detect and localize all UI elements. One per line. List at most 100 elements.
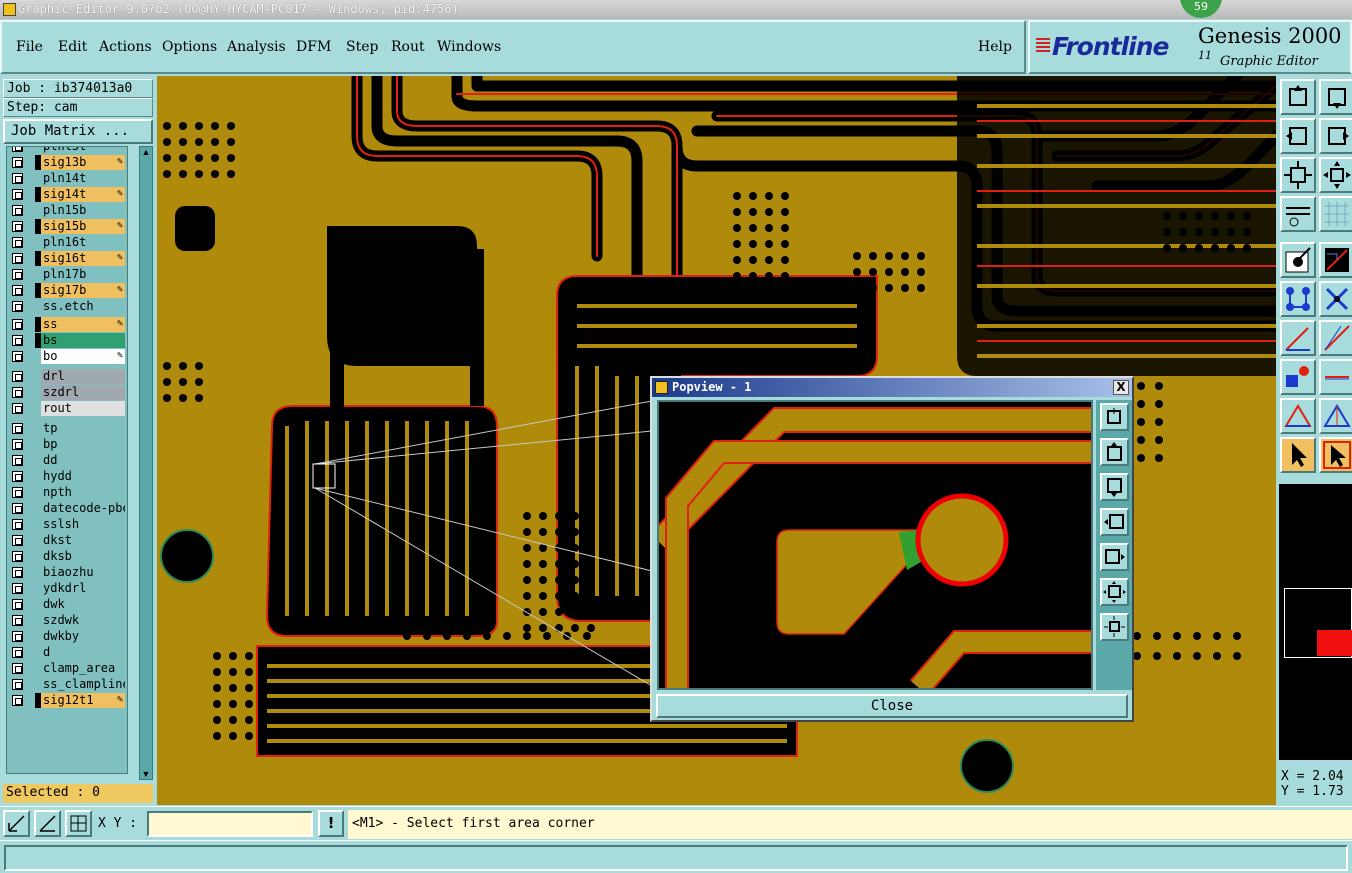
layer-row[interactable]: pln15b bbox=[7, 203, 127, 218]
layer-checkbox[interactable] bbox=[12, 679, 23, 690]
layer-name[interactable]: dkst bbox=[41, 533, 125, 548]
layer-name[interactable]: pln17b bbox=[41, 267, 125, 282]
layer-row[interactable]: datecode-pbe bbox=[7, 501, 127, 516]
layer-name[interactable]: sig17b ✎ bbox=[41, 283, 125, 298]
layer-row[interactable]: tp bbox=[7, 421, 127, 436]
layer-checkbox[interactable] bbox=[12, 285, 23, 296]
layer-checkbox[interactable] bbox=[12, 631, 23, 642]
popview-close-icon[interactable]: X bbox=[1113, 380, 1129, 395]
layer-name[interactable]: rout bbox=[41, 401, 125, 416]
popview-pan-left-icon[interactable] bbox=[1100, 508, 1129, 536]
layer-checkbox[interactable] bbox=[12, 269, 23, 280]
layer-name[interactable]: sig13b ✎ bbox=[41, 155, 125, 170]
layer-row[interactable]: ydkdrl bbox=[7, 581, 127, 596]
overview-preview[interactable] bbox=[1279, 484, 1352, 760]
layer-row[interactable]: sig13b ✎ bbox=[7, 155, 127, 170]
layer-row[interactable]: dkst bbox=[7, 533, 127, 548]
layer-checkbox[interactable] bbox=[12, 371, 23, 382]
pan-up-icon[interactable] bbox=[1280, 79, 1316, 115]
layer-row[interactable]: drl bbox=[7, 369, 127, 384]
popview-titlebar[interactable]: Popview - 1 X bbox=[652, 378, 1132, 397]
layer-checkbox[interactable] bbox=[12, 189, 23, 200]
layer-checkbox[interactable] bbox=[12, 471, 23, 482]
job-matrix-button[interactable]: Job Matrix ... bbox=[3, 119, 153, 144]
layer-checkbox[interactable] bbox=[12, 403, 23, 414]
popview-close-button[interactable]: Close bbox=[656, 694, 1128, 718]
layer-row[interactable]: sig17b ✎ bbox=[7, 283, 127, 298]
layer-row[interactable]: npth bbox=[7, 485, 127, 500]
layer-checkbox[interactable] bbox=[12, 567, 23, 578]
angle-line-icon[interactable] bbox=[1280, 320, 1316, 356]
layer-name[interactable]: biaozhu bbox=[41, 565, 125, 580]
layer-name[interactable]: ss.etch bbox=[41, 299, 125, 314]
layer-row[interactable]: bp bbox=[7, 437, 127, 452]
angle-snap-icon[interactable] bbox=[34, 810, 61, 837]
layer-name[interactable]: bo ✎ bbox=[41, 349, 125, 364]
triangle-icon[interactable] bbox=[1280, 398, 1316, 434]
menu-windows[interactable]: Windows bbox=[437, 39, 501, 55]
layer-row[interactable]: hydd bbox=[7, 469, 127, 484]
layer-row[interactable]: dwk bbox=[7, 597, 127, 612]
snap-icon[interactable] bbox=[3, 810, 30, 837]
draw-line-icon[interactable] bbox=[1319, 242, 1352, 278]
pointer-select-icon[interactable] bbox=[1319, 437, 1352, 473]
popview-home-icon[interactable] bbox=[1100, 613, 1129, 641]
layer-name[interactable]: sig16t ✎ bbox=[41, 251, 125, 266]
popview-fit-icon[interactable] bbox=[1100, 578, 1129, 606]
pan-down-icon[interactable] bbox=[1319, 79, 1352, 115]
layer-row[interactable]: sig14t ✎ bbox=[7, 187, 127, 202]
pointer-icon[interactable] bbox=[1280, 437, 1316, 473]
layer-name[interactable]: dd bbox=[41, 453, 125, 468]
layer-row[interactable]: ss_clampline bbox=[7, 677, 127, 692]
popview-zoom-view[interactable] bbox=[657, 400, 1093, 690]
connect-nodes-icon[interactable] bbox=[1280, 281, 1316, 317]
layer-row[interactable]: clamp_area bbox=[7, 661, 127, 676]
popview-pan-down-icon[interactable] bbox=[1100, 473, 1129, 501]
cross-icon[interactable] bbox=[1319, 281, 1352, 317]
layer-row[interactable]: szdwk bbox=[7, 613, 127, 628]
layer-checkbox[interactable] bbox=[12, 439, 23, 450]
layer-checkbox[interactable] bbox=[12, 205, 23, 216]
layer-name[interactable]: datecode-pbe bbox=[41, 501, 125, 516]
layer-checkbox[interactable] bbox=[12, 253, 23, 264]
layer-row[interactable]: plnl3t bbox=[7, 147, 127, 154]
layer-name[interactable]: pln15b bbox=[41, 203, 125, 218]
layer-name[interactable]: plnl3t bbox=[41, 147, 125, 154]
layer-checkbox[interactable] bbox=[12, 583, 23, 594]
layer-name[interactable]: npth bbox=[41, 485, 125, 500]
layer-checkbox[interactable] bbox=[12, 173, 23, 184]
layer-checkbox[interactable] bbox=[12, 455, 23, 466]
layer-name[interactable]: dwkby bbox=[41, 629, 125, 644]
layer-checkbox[interactable] bbox=[12, 695, 23, 706]
layer-name[interactable]: ss ✎ bbox=[41, 317, 125, 332]
layer-checkbox[interactable] bbox=[12, 663, 23, 674]
layer-name[interactable]: d bbox=[41, 645, 125, 660]
layer-name[interactable]: bp bbox=[41, 437, 125, 452]
layer-row[interactable]: ss ✎ bbox=[7, 317, 127, 332]
layer-checkbox[interactable] bbox=[12, 423, 23, 434]
zoom-home-icon[interactable] bbox=[1319, 157, 1352, 193]
menu-analysis[interactable]: Analysis bbox=[227, 39, 286, 55]
layer-row[interactable]: ss.etch bbox=[7, 299, 127, 314]
triangle-alt-icon[interactable] bbox=[1319, 398, 1352, 434]
menu-edit[interactable]: Edit bbox=[58, 39, 87, 55]
horizontal-line-icon[interactable] bbox=[1319, 359, 1352, 395]
layer-row[interactable]: bo ✎ bbox=[7, 349, 127, 364]
layer-row[interactable]: bs bbox=[7, 333, 127, 348]
layer-row[interactable]: szdrl bbox=[7, 385, 127, 400]
layer-checkbox[interactable] bbox=[12, 351, 23, 362]
layer-name[interactable]: sslsh bbox=[41, 517, 125, 532]
layer-checkbox[interactable] bbox=[12, 335, 23, 346]
menu-actions[interactable]: Actions bbox=[99, 39, 152, 55]
select-move-icon[interactable] bbox=[1280, 242, 1316, 278]
pan-right-icon[interactable] bbox=[1319, 118, 1352, 154]
layer-name[interactable]: bs bbox=[41, 333, 125, 348]
layer-name[interactable]: szdwk bbox=[41, 613, 125, 628]
layer-checkbox[interactable] bbox=[12, 519, 23, 530]
layer-name[interactable]: drl bbox=[41, 369, 125, 384]
layer-checkbox[interactable] bbox=[12, 535, 23, 546]
pad-add-icon[interactable] bbox=[1280, 359, 1316, 395]
layer-name[interactable]: ss_clampline bbox=[41, 677, 125, 692]
menu-help[interactable]: Help bbox=[978, 39, 1012, 55]
layer-checkbox[interactable] bbox=[12, 599, 23, 610]
